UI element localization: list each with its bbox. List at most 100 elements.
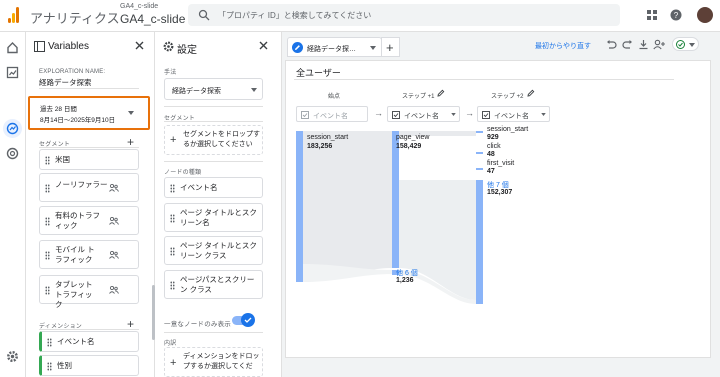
- divider: [164, 106, 263, 107]
- exploration-name-value[interactable]: 経路データ探索: [39, 77, 92, 88]
- step2-node-value: 47: [487, 168, 495, 175]
- step2-bar[interactable]: [476, 131, 483, 133]
- step1-main-value: 158,429: [396, 143, 422, 150]
- settings-gear-icon[interactable]: [6, 350, 19, 363]
- settings-title: 設定: [177, 45, 197, 56]
- drag-handle-icon[interactable]: [45, 184, 50, 193]
- app-title: アナリティクス: [30, 11, 120, 26]
- drag-handle-icon[interactable]: [170, 281, 175, 290]
- step1-main-bar[interactable]: [392, 131, 399, 268]
- step2-node-name: click: [487, 143, 501, 150]
- apps-grid-icon[interactable]: [646, 9, 658, 21]
- step2-node-select[interactable]: イベント名: [477, 106, 550, 122]
- drag-handle-icon[interactable]: [47, 362, 52, 371]
- reports-icon[interactable]: [6, 66, 19, 79]
- redo-icon[interactable]: [622, 39, 633, 50]
- toggle-knob[interactable]: [241, 313, 255, 327]
- restart-link[interactable]: 最初からやり直す: [535, 41, 591, 51]
- step2-other-bar[interactable]: [476, 180, 483, 304]
- chevron-down-icon: [451, 113, 456, 116]
- avatar[interactable]: [697, 7, 713, 23]
- chevron-down-icon: [128, 111, 134, 115]
- technique-select[interactable]: 経路データ探索: [164, 78, 263, 100]
- step1-node-value: イベント名: [404, 113, 439, 120]
- step2-bar[interactable]: [476, 152, 483, 154]
- property-selector[interactable]: GA4_c-slide: [120, 12, 185, 26]
- segment-chip-label: 有料のトラフィック: [55, 211, 100, 230]
- tab-path-exploration[interactable]: 経路データ探…: [287, 37, 382, 57]
- segment-chip-label: ノーリファラー: [55, 180, 108, 189]
- start-node-select[interactable]: イベント名: [296, 106, 368, 122]
- download-icon[interactable]: [638, 39, 649, 50]
- step1-main-name: page_view: [396, 134, 430, 141]
- undo-icon[interactable]: [606, 39, 617, 50]
- event-type-icon: [392, 111, 400, 119]
- drag-handle-icon[interactable]: [45, 217, 50, 226]
- divider: [39, 88, 139, 89]
- account-name[interactable]: GA4_c-slide: [120, 3, 158, 10]
- dimension-chip[interactable]: 性別: [39, 355, 139, 376]
- node-type-label: ノードの種類: [164, 170, 202, 176]
- add-tab-button[interactable]: +: [381, 37, 400, 57]
- drag-handle-icon[interactable]: [47, 338, 52, 347]
- tab-label: 経路データ探…: [307, 46, 356, 53]
- share-user-icon[interactable]: [653, 39, 666, 50]
- edit-pencil-icon[interactable]: [437, 89, 445, 97]
- step1-node-select[interactable]: イベント名: [387, 106, 460, 122]
- node-type-chip[interactable]: ページパスとスクリーン クラス: [164, 270, 263, 299]
- segment-chip[interactable]: 有料のトラフィック: [39, 206, 139, 235]
- chevron-down-icon: [689, 43, 695, 47]
- segment-chip-label: モバイル トラフィック: [55, 245, 95, 264]
- status-dropdown[interactable]: [672, 37, 699, 51]
- search-bar[interactable]: 「プロパティ ID」と検索してみてください: [188, 4, 620, 26]
- exploration-canvas: [285, 60, 711, 358]
- segment-chip-label: タブレット トラフィック: [55, 280, 93, 309]
- analytics-logo-icon[interactable]: [8, 7, 20, 23]
- start-node-bar[interactable]: [296, 131, 303, 282]
- date-range-selector[interactable]: 過去 28 日間 8月14日～2025年9月10日: [28, 96, 150, 130]
- check-circle-icon: [676, 40, 685, 49]
- drag-handle-icon[interactable]: [45, 156, 50, 165]
- chevron-down-icon[interactable]: [370, 46, 376, 50]
- people-icon: [109, 286, 119, 294]
- close-icon[interactable]: [134, 40, 145, 51]
- left-nav: [0, 32, 26, 377]
- variables-title: Variables: [48, 41, 89, 52]
- technique-value: 経路データ探索: [172, 88, 221, 95]
- event-type-icon: [482, 111, 490, 119]
- help-icon[interactable]: ?: [670, 9, 682, 21]
- segment-chip[interactable]: ノーリファラー: [39, 173, 139, 202]
- home-icon[interactable]: [6, 41, 19, 54]
- step2-bar[interactable]: [476, 168, 483, 170]
- drag-handle-icon[interactable]: [45, 251, 50, 260]
- close-icon[interactable]: [258, 40, 269, 51]
- dimension-drop-text: ディメンションをドロップするか選択してくだ: [183, 353, 260, 370]
- node-type-label-text: ページ タイトルとスクリーン名: [180, 208, 257, 227]
- edit-pencil-icon[interactable]: [527, 89, 535, 97]
- drag-handle-icon[interactable]: [170, 247, 175, 256]
- advertising-icon[interactable]: [6, 147, 19, 160]
- segment-chip[interactable]: モバイル トラフィック: [39, 240, 139, 269]
- dimension-chip[interactable]: イベント名: [39, 331, 139, 352]
- date-range-value: 8月14日～2025年9月10日: [40, 117, 116, 124]
- segment-drop-zone[interactable]: + セグメントをドロップするか選択してください: [164, 125, 263, 155]
- dimension-drop-zone[interactable]: + ディメンションをドロップするか選択してくだ: [164, 347, 263, 377]
- drag-handle-icon[interactable]: [45, 286, 50, 295]
- arrow-right-icon: →: [465, 108, 474, 118]
- node-type-chip[interactable]: ページ タイトルとスクリーン名: [164, 203, 263, 232]
- segment-chip[interactable]: タブレット トラフィック: [39, 275, 139, 309]
- step1-other-value: 1,236: [396, 277, 414, 284]
- node-type-chip[interactable]: ページ タイトルとスクリーン クラス: [164, 236, 263, 265]
- segment-chip[interactable]: 米国: [39, 149, 139, 170]
- drag-handle-icon[interactable]: [170, 184, 175, 193]
- event-type-icon: [301, 111, 309, 119]
- divider: [164, 161, 263, 162]
- node-type-chip[interactable]: イベント名: [164, 177, 263, 198]
- explore-icon[interactable]: [6, 122, 19, 135]
- dimension-chip-label: 性別: [57, 361, 72, 370]
- start-node-name: session_start: [307, 134, 349, 141]
- divider: [294, 79, 674, 80]
- drag-handle-icon[interactable]: [170, 214, 175, 223]
- people-icon: [109, 184, 119, 192]
- step2-node-name: first_visit: [487, 160, 515, 167]
